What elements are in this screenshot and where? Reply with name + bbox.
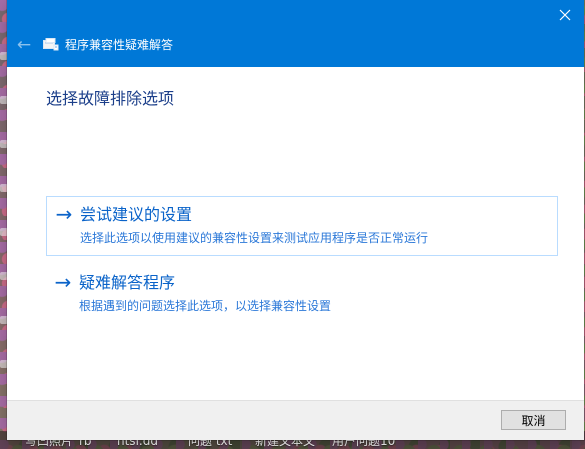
arrow-left-icon: ← xyxy=(16,34,32,55)
option-title: 尝试建议的设置 xyxy=(80,205,193,224)
try-recommended-settings-option[interactable]: → 尝试建议的设置 选择此选项以使用建议的兼容性设置来测试应用程序是否正常运行 xyxy=(46,196,558,256)
option-description: 选择此选项以使用建议的兼容性设置来测试应用程序是否正常运行 xyxy=(80,231,429,245)
close-icon xyxy=(559,9,571,21)
window-title: 程序兼容性疑难解答 xyxy=(65,38,174,52)
close-button[interactable] xyxy=(556,6,574,24)
cancel-button[interactable]: 取消 xyxy=(501,410,566,430)
arrow-right-icon: → xyxy=(55,202,73,226)
back-button[interactable]: ← xyxy=(13,34,35,56)
option-title: 疑难解答程序 xyxy=(79,273,176,292)
arrow-right-icon: → xyxy=(54,270,72,294)
compatibility-troubleshooter-dialog: ← 程序兼容性疑难解答 选择故障排除选项 → 尝试建议的设置 选择此选项以使用建… xyxy=(7,0,584,440)
page-title: 选择故障排除选项 xyxy=(46,89,175,108)
option-description: 根据遇到的问题选择此选项，以选择兼容性设置 xyxy=(79,299,332,313)
program-compatibility-icon xyxy=(43,38,59,51)
troubleshoot-program-option[interactable]: → 疑难解答程序 根据遇到的问题选择此选项，以选择兼容性设置 xyxy=(46,265,558,319)
title-bar: ← 程序兼容性疑难解答 xyxy=(7,0,584,67)
dialog-footer: 取消 xyxy=(7,400,584,440)
dialog-content: 选择故障排除选项 → 尝试建议的设置 选择此选项以使用建议的兼容性设置来测试应用… xyxy=(7,67,584,401)
